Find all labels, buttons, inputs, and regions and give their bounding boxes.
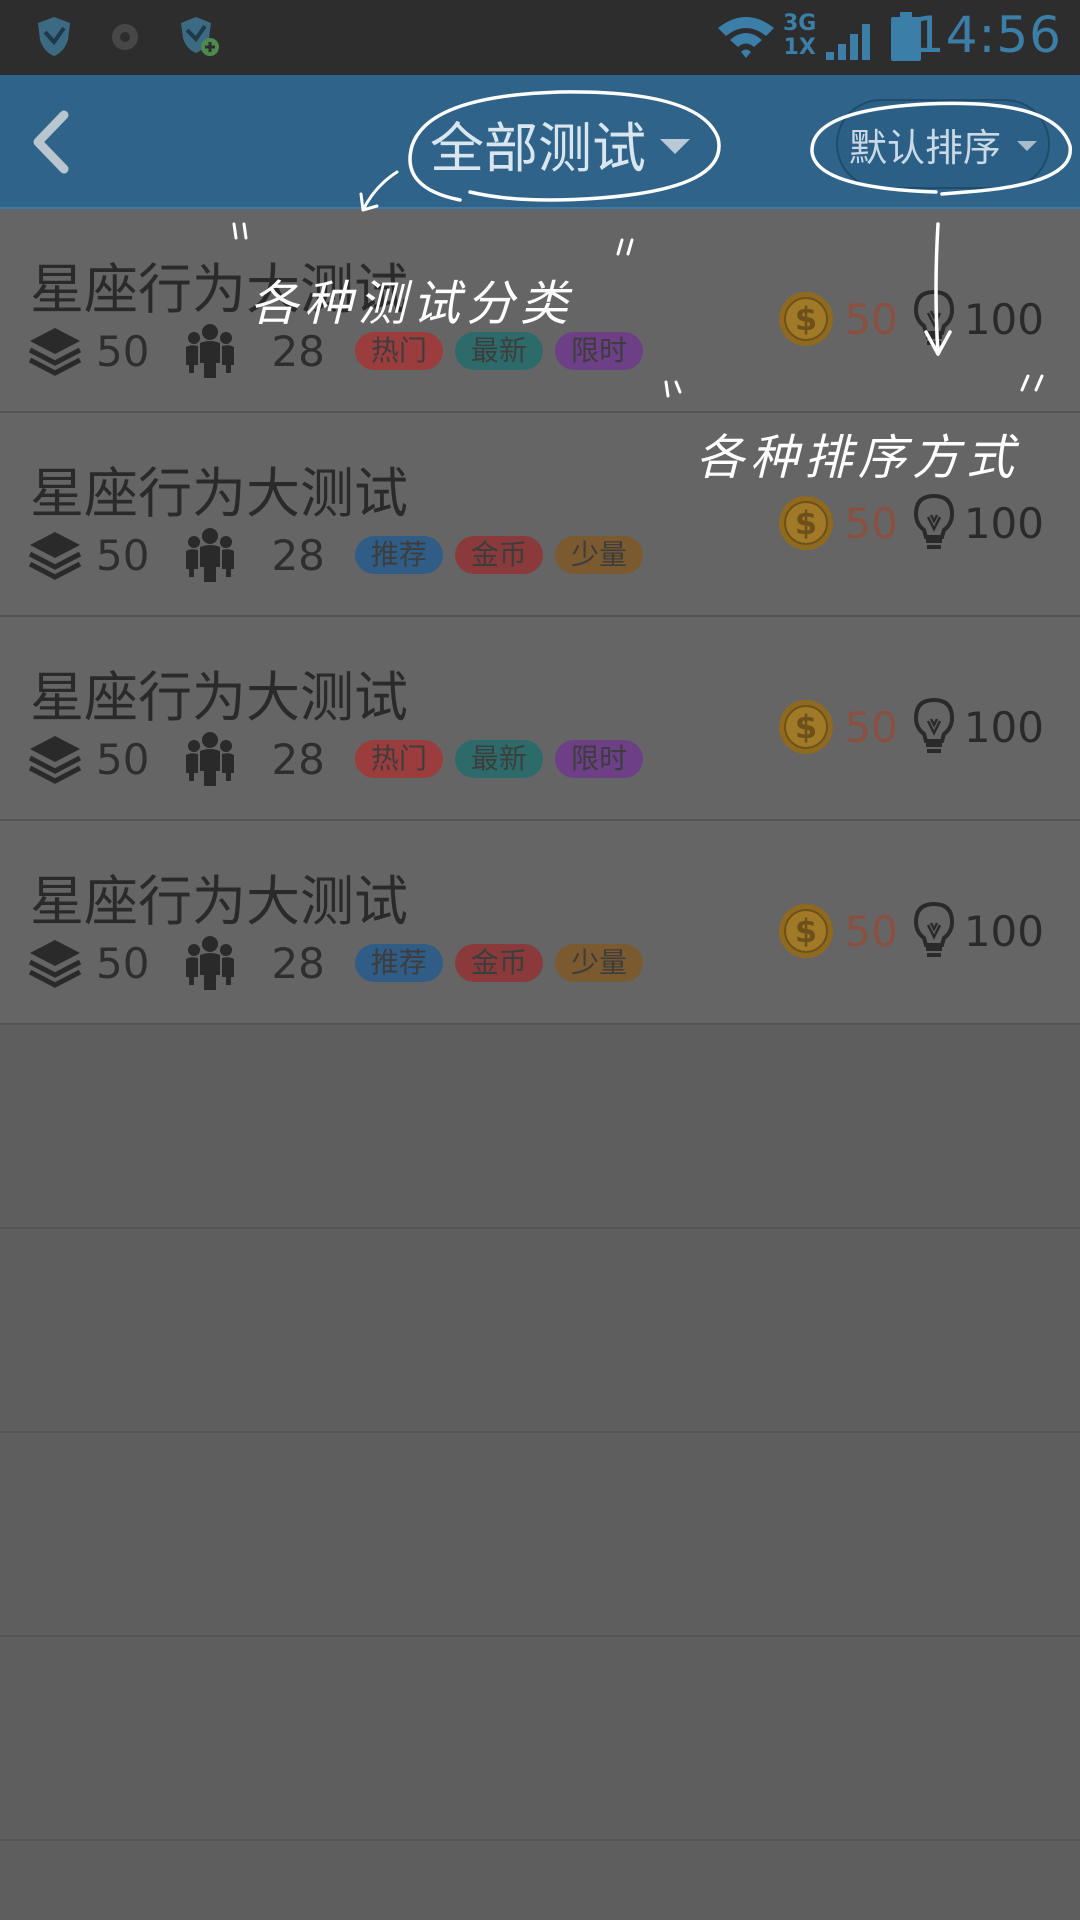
coin-count: 50 bbox=[844, 702, 898, 752]
coin-icon: $ bbox=[779, 292, 834, 346]
status-bar: 3G 1X 14:56 bbox=[0, 0, 1080, 75]
coin-count: 50 bbox=[844, 294, 898, 344]
people-icon bbox=[186, 936, 235, 990]
test-title: 星座行为大测试 bbox=[30, 462, 408, 525]
bulb-count: 100 bbox=[963, 702, 1044, 752]
layers-icon bbox=[28, 328, 82, 376]
test-meta: 50 28 推荐 金币 少量 bbox=[28, 527, 655, 583]
coin-count: 50 bbox=[844, 498, 898, 548]
reward-info: $50 100 bbox=[778, 899, 1044, 963]
coin-count: 50 bbox=[844, 906, 898, 956]
tag-badge: 热门 bbox=[354, 332, 443, 370]
empty-row bbox=[0, 1433, 1080, 1637]
layers-icon bbox=[28, 940, 82, 988]
tag-badge: 少量 bbox=[554, 944, 643, 982]
lightbulb-icon bbox=[913, 697, 954, 753]
svg-text:$: $ bbox=[795, 708, 817, 746]
reward-info: $50 100 bbox=[778, 491, 1044, 555]
question-count: 50 bbox=[96, 326, 150, 376]
tag-badge: 推荐 bbox=[354, 536, 443, 574]
annotation-arrow-category bbox=[359, 170, 399, 212]
question-count: 50 bbox=[96, 938, 150, 988]
tag-badge: 金币 bbox=[454, 944, 543, 982]
lightbulb-icon bbox=[913, 901, 954, 957]
svg-text:$: $ bbox=[795, 504, 817, 542]
layers-icon bbox=[28, 736, 82, 784]
network-type: 3G 1X bbox=[783, 11, 817, 60]
reward-info: $50 100 bbox=[778, 287, 1044, 351]
question-count: 50 bbox=[96, 530, 150, 580]
tag-badge: 最新 bbox=[454, 332, 543, 370]
list-item[interactable]: 星座行为大测试 50 28 热门 最新 限时 $50 100 bbox=[0, 617, 1080, 821]
quote-mark bbox=[232, 222, 248, 240]
coin-icon: $ bbox=[779, 904, 834, 958]
wifi-icon bbox=[718, 17, 774, 58]
layers-icon bbox=[28, 532, 82, 580]
shield-plus-icon bbox=[181, 17, 219, 56]
bulb-count: 100 bbox=[963, 498, 1044, 548]
clock: 14:56 bbox=[912, 6, 1062, 64]
bulb-count: 100 bbox=[963, 294, 1044, 344]
people-icon bbox=[186, 732, 235, 786]
tag-badge: 推荐 bbox=[354, 944, 443, 982]
quote-mark bbox=[1020, 374, 1044, 392]
svg-text:$: $ bbox=[795, 300, 817, 338]
coin-icon: $ bbox=[779, 496, 834, 550]
tag-badge: 限时 bbox=[554, 332, 643, 370]
test-title: 星座行为大测试 bbox=[30, 870, 408, 933]
participant-count: 28 bbox=[271, 938, 325, 988]
annotation-sort-text: 各种排序方式 bbox=[696, 430, 1021, 486]
tag-badge: 限时 bbox=[554, 740, 643, 778]
annotation-ellipse-sort bbox=[810, 101, 1072, 196]
annotation-category-text: 各种测试分类 bbox=[250, 276, 575, 332]
coin-icon: $ bbox=[779, 700, 834, 754]
tag-badge: 热门 bbox=[354, 740, 443, 778]
quote-mark bbox=[616, 238, 634, 256]
empty-row bbox=[0, 1229, 1080, 1433]
back-arrow-icon[interactable] bbox=[26, 109, 76, 175]
annotation-arrow-sort bbox=[924, 222, 952, 356]
reward-info: $50 100 bbox=[778, 695, 1044, 759]
quote-mark bbox=[664, 380, 682, 398]
svg-text:$: $ bbox=[795, 912, 817, 950]
shield-icon bbox=[38, 17, 70, 56]
test-meta: 50 28 热门 最新 限时 bbox=[28, 731, 655, 787]
bulb-count: 100 bbox=[963, 906, 1044, 956]
tag-badge: 最新 bbox=[454, 740, 543, 778]
participant-count: 28 bbox=[271, 530, 325, 580]
test-title: 星座行为大测试 bbox=[30, 666, 408, 729]
lightbulb-icon bbox=[913, 493, 954, 549]
question-count: 50 bbox=[96, 734, 150, 784]
empty-row bbox=[0, 1025, 1080, 1229]
people-icon bbox=[186, 324, 235, 378]
participant-count: 28 bbox=[271, 734, 325, 784]
test-meta: 50 28 推荐 金币 少量 bbox=[28, 935, 655, 991]
annotation-ellipse-category bbox=[408, 90, 721, 202]
list-item[interactable]: 星座行为大测试 50 28 推荐 金币 少量 $50 100 bbox=[0, 821, 1080, 1025]
tag-badge: 少量 bbox=[554, 536, 643, 574]
signal-icon bbox=[826, 24, 870, 60]
record-icon bbox=[112, 24, 138, 50]
tag-badge: 金币 bbox=[454, 536, 543, 574]
people-icon bbox=[186, 528, 235, 582]
empty-row bbox=[0, 1637, 1080, 1841]
